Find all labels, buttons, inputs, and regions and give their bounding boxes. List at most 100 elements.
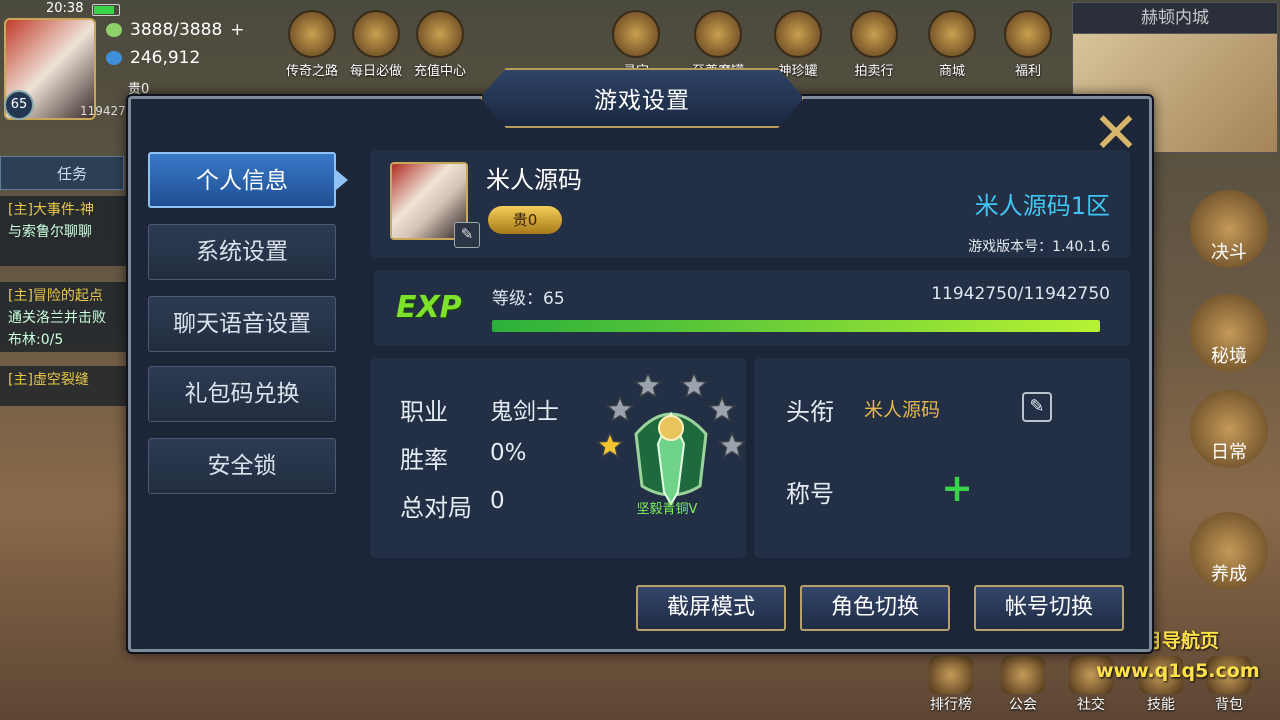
level-text: 等级：65 (492, 289, 565, 309)
top-icon-auction[interactable]: 拍卖行 (844, 10, 904, 79)
top-icon-label: 福利 (1014, 64, 1041, 79)
nav-chat-voice-settings[interactable]: 聊天语音设置 (148, 296, 336, 352)
title-label: 称号 (786, 480, 834, 508)
bottom-icon-label: 社交 (1077, 697, 1105, 713)
bottom-icon-label: 排行榜 (930, 697, 972, 713)
shop-icon (928, 10, 976, 58)
player-name: 米人源码 (486, 166, 582, 194)
side-icon-cultivate[interactable]: 养成 (1190, 512, 1268, 590)
bottom-icon-ranking[interactable]: 排行榜 (924, 656, 978, 714)
dialog-title: 游戏设置 (594, 88, 690, 114)
top-icon-legend-road[interactable]: 传奇之路 (282, 10, 342, 79)
rank-star-filled-icon (596, 431, 625, 459)
edit-portrait-icon[interactable]: ✎ (454, 222, 480, 248)
top-icon-label: 充值中心 (413, 64, 466, 79)
exp-progress-fill (492, 320, 1100, 332)
exp-panel (374, 270, 1130, 346)
exp-numbers: 11942750/11942750 (931, 284, 1110, 304)
side-icon-secret-realm[interactable]: 秘境 (1190, 294, 1268, 372)
rank-star-empty-icon (605, 395, 635, 423)
side-icon-label: 决斗 (1211, 242, 1247, 263)
stat-value-winrate: 0% (490, 440, 527, 466)
nav-system-settings[interactable]: 系统设置 (148, 224, 336, 280)
screenshot-mode-button[interactable]: 截屏模式 (636, 585, 786, 631)
recharge-icon (416, 10, 464, 58)
side-icon-daily[interactable]: 日常 (1190, 390, 1268, 468)
side-icon-duel[interactable]: 决斗 (1190, 190, 1268, 268)
task-tab[interactable]: 任务 (0, 156, 124, 190)
task-item[interactable]: [主]大事件-神 与索鲁尔聊聊 (0, 196, 126, 266)
stamina-value: 3888/3888 (130, 20, 223, 40)
top-icon-label: 商城 (938, 64, 965, 79)
top-icon-daily[interactable]: 每日必做 (346, 10, 406, 79)
task-item[interactable]: [主]冒险的起点通关洛兰并击败布林:0/5 (0, 282, 126, 352)
minimap-title[interactable]: 赫顿内城 (1072, 2, 1278, 34)
stat-label-winrate: 胜率 (400, 446, 448, 474)
rare-jar-icon (774, 10, 822, 58)
head-title-value: 米人源码 (864, 399, 941, 421)
currency-display: 246,912 (106, 48, 200, 68)
daily-icon (352, 10, 400, 58)
task-desc: 与索鲁尔聊聊 (8, 224, 92, 240)
exp-progress-bar (492, 320, 1100, 332)
ranking-icon (929, 656, 973, 694)
stat-value-class: 鬼剑士 (490, 399, 559, 425)
gavel-icon (850, 10, 898, 58)
active-nav-arrow (336, 170, 348, 190)
side-icon-label: 秘境 (1211, 346, 1247, 367)
jar-icon (694, 10, 742, 58)
gift-icon (1004, 10, 1052, 58)
stat-label-total-matches: 总对局 (400, 494, 472, 522)
titles-panel (754, 358, 1130, 558)
top-icon-shop[interactable]: 商城 (922, 10, 982, 79)
add-stamina-icon[interactable]: + (230, 20, 244, 40)
edit-head-title-icon[interactable]: ✎ (1022, 392, 1052, 422)
side-icon-label: 养成 (1211, 564, 1247, 585)
noble-rank-badge: 贵0 (488, 206, 562, 234)
rank-star-empty-icon (633, 374, 663, 399)
task-desc: 通关洛兰并击败布林:0/5 (8, 310, 106, 348)
leaf-icon (106, 23, 122, 37)
top-icon-label: 拍卖行 (854, 64, 894, 79)
stat-label-class: 职业 (400, 398, 448, 426)
bottom-icon-label: 技能 (1147, 697, 1175, 713)
task-title: [主]大事件-神 (8, 202, 94, 218)
head-title-label: 头衔 (786, 398, 834, 426)
player-level-badge: 65 (4, 90, 34, 120)
pvp-rank-name: 坚毅青铜V (636, 502, 698, 517)
rank-star-empty-icon (717, 431, 746, 459)
gem-icon (106, 51, 122, 65)
stamina-display: 3888/3888 + (106, 20, 245, 40)
switch-character-button[interactable]: 角色切换 (800, 585, 950, 631)
watermark-url: www.q1q5.com (1096, 660, 1260, 682)
game-version: 游戏版本号：1.40.1.6 (968, 239, 1110, 255)
server-name: 米人源码1区 (974, 192, 1110, 220)
top-icon-welfare[interactable]: 福利 (998, 10, 1058, 79)
clock: 20:38 (46, 1, 84, 16)
currency-value: 246,912 (130, 48, 201, 68)
battery-icon (92, 4, 120, 16)
nav-gift-code[interactable]: 礼包码兑换 (148, 366, 336, 422)
side-icon-label: 日常 (1211, 442, 1247, 463)
bottom-icon-label: 背包 (1215, 697, 1243, 713)
top-icon-label: 每日必做 (349, 64, 402, 79)
hud-noble-label: 贵0 (128, 82, 150, 97)
task-title: [主]冒险的起点 (8, 288, 103, 304)
top-icon-label: 传奇之路 (285, 64, 338, 79)
bottom-icon-guild[interactable]: 公会 (996, 656, 1050, 714)
stat-value-total-matches: 0 (490, 488, 505, 514)
minimap-title-text: 赫顿内城 (1141, 8, 1209, 28)
hud-exp-value: 1194275 (80, 104, 134, 118)
legend-road-icon (288, 10, 336, 58)
nav-security-lock[interactable]: 安全锁 (148, 438, 336, 494)
rank-star-empty-icon (707, 395, 737, 423)
treasure-map-icon (612, 10, 660, 58)
top-icon-recharge[interactable]: 充值中心 (410, 10, 470, 79)
add-title-icon[interactable]: + (940, 468, 974, 508)
bottom-icon-label: 公会 (1009, 697, 1037, 713)
nav-personal-info[interactable]: 个人信息 (148, 152, 336, 208)
task-tab-label: 任务 (57, 165, 88, 183)
guild-icon (1001, 656, 1045, 694)
task-item[interactable]: [主]虚空裂缝 (0, 366, 126, 406)
switch-account-button[interactable]: 帐号切换 (974, 585, 1124, 631)
